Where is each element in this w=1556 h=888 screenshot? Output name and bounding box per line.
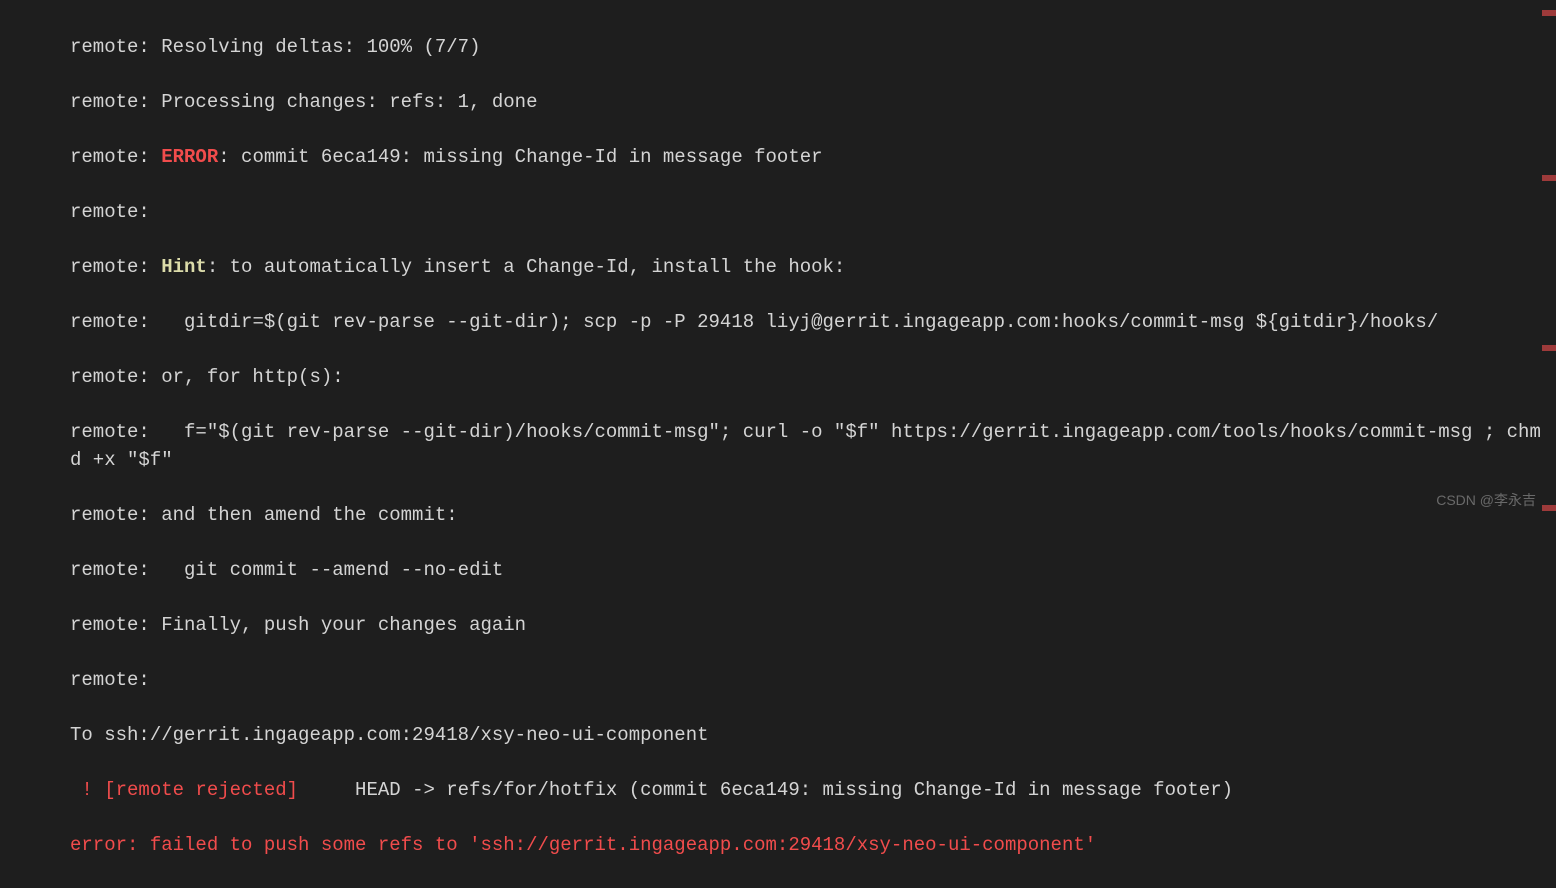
remote-prefix: remote: [70,421,184,443]
output-line: remote: Resolving deltas: 100% (7/7) [70,34,1556,62]
output-line: remote: [70,667,1556,695]
output-line: remote: Hint: to automatically insert a … [70,254,1556,282]
remote-prefix: remote: [70,366,161,388]
output-text: Finally, push your changes again [161,614,526,636]
output-text: f="$(git rev-parse --git-dir)/hooks/comm… [70,421,1552,471]
output-line: remote: or, for http(s): [70,364,1556,392]
remote-prefix: remote: [70,504,161,526]
output-line-error: error: failed to push some refs to 'ssh:… [70,832,1556,860]
error-label: ERROR [161,146,218,168]
remote-prefix: remote: [70,91,161,113]
output-line: ! [remote rejected] HEAD -> refs/for/hot… [70,777,1556,805]
remote-prefix: remote: [70,201,150,223]
scrollbar-error-marker[interactable] [1542,505,1556,511]
scrollbar-error-marker[interactable] [1542,10,1556,16]
remote-prefix: remote: [70,669,150,691]
output-line: remote: f="$(git rev-parse --git-dir)/ho… [70,419,1556,474]
output-text: : to automatically insert a Change-Id, i… [207,256,846,278]
output-text: Resolving deltas: 100% (7/7) [161,36,480,58]
remote-prefix: remote: [70,614,161,636]
output-line: remote: gitdir=$(git rev-parse --git-dir… [70,309,1556,337]
scrollbar-error-marker[interactable] [1542,345,1556,351]
output-text: and then amend the commit: [161,504,457,526]
output-line: remote: and then amend the commit: [70,502,1556,530]
output-line: remote: git commit --amend --no-edit [70,557,1556,585]
output-line: remote: [70,199,1556,227]
output-text: gitdir=$(git rev-parse --git-dir); scp -… [184,311,1438,333]
terminal-output[interactable]: remote: Resolving deltas: 100% (7/7) rem… [0,6,1556,888]
remote-prefix: remote: [70,256,161,278]
output-line: To ssh://gerrit.ingageapp.com:29418/xsy-… [70,722,1556,750]
rejected-label: ! [remote rejected] [70,779,298,801]
remote-prefix: remote: [70,559,184,581]
output-line: remote: Processing changes: refs: 1, don… [70,89,1556,117]
watermark: CSDN @李永吉 [1436,490,1536,510]
output-line: remote: ERROR: commit 6eca149: missing C… [70,144,1556,172]
output-text: To ssh://gerrit.ingageapp.com:29418/xsy-… [70,724,709,746]
remote-prefix: remote: [70,311,184,333]
scrollbar-error-marker[interactable] [1542,175,1556,181]
hint-label: Hint [161,256,207,278]
error-text: error: failed to push some refs to 'ssh:… [70,834,1096,856]
output-text: git commit --amend --no-edit [184,559,503,581]
output-text: or, for http(s): [161,366,343,388]
remote-prefix: remote: [70,146,161,168]
remote-prefix: remote: [70,36,161,58]
output-text: Processing changes: refs: 1, done [161,91,537,113]
output-line: remote: Finally, push your changes again [70,612,1556,640]
output-text: HEAD -> refs/for/hotfix (commit 6eca149:… [298,779,1233,801]
output-text: : commit 6eca149: missing Change-Id in m… [218,146,822,168]
scrollbar[interactable] [1542,0,1556,520]
